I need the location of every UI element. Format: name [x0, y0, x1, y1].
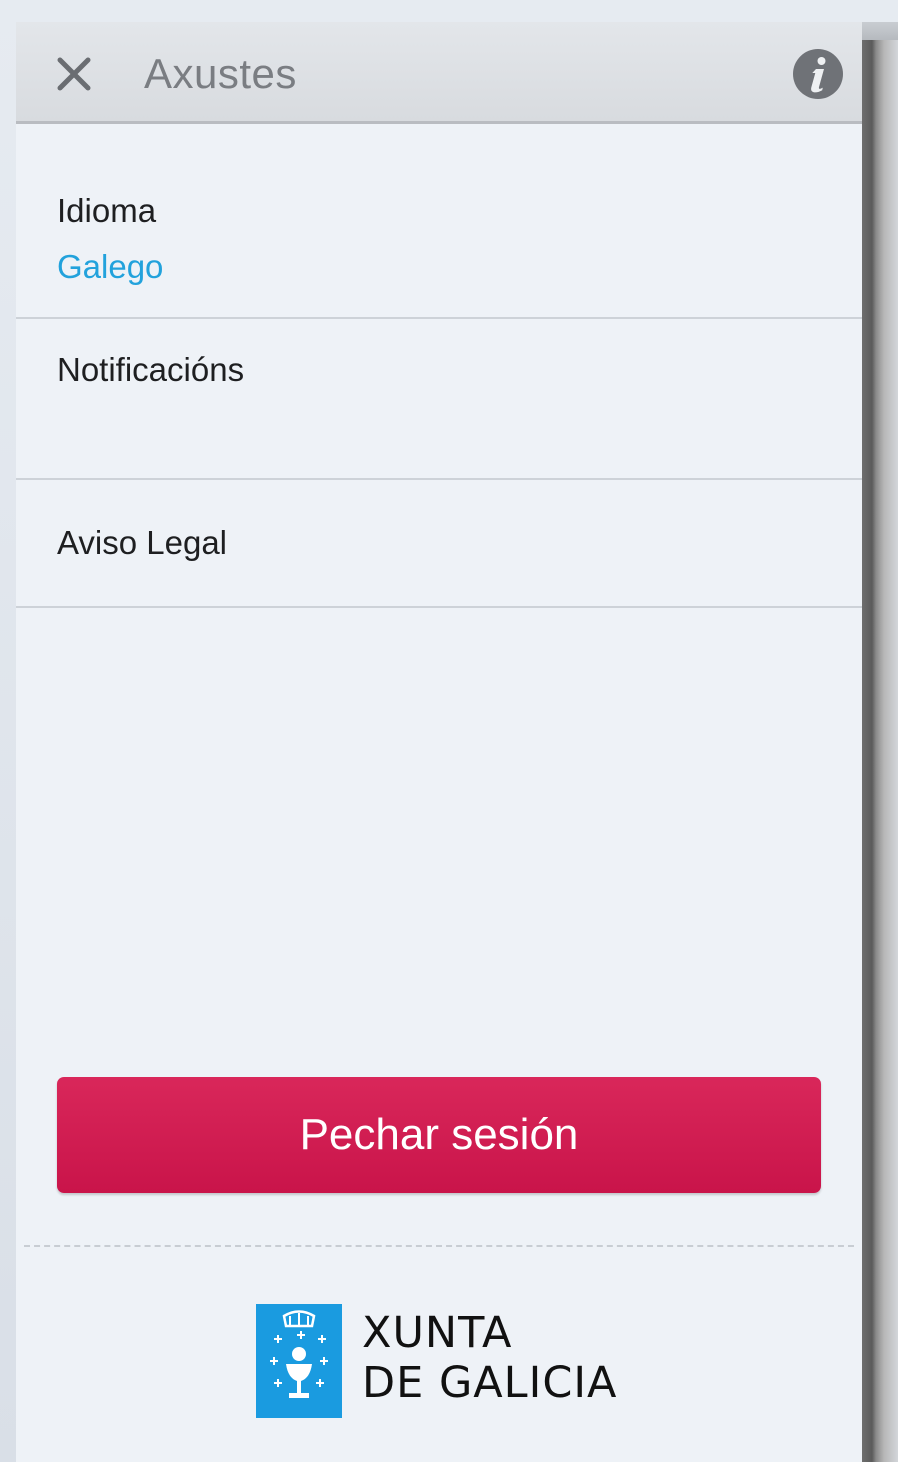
legal-notice-row[interactable]: Aviso Legal	[16, 480, 862, 608]
panel-shadow-edge	[862, 40, 898, 1462]
legal-notice-label: Aviso Legal	[57, 524, 228, 561]
info-button[interactable]	[792, 48, 844, 100]
close-button[interactable]	[52, 52, 96, 96]
page-title: Axustes	[144, 50, 297, 97]
header-bar: Axustes	[16, 22, 862, 124]
notifications-label: Notificacións	[57, 351, 245, 388]
xunta-de-galicia-logo: XUNTA DE GALICIA	[256, 1304, 636, 1418]
close-icon	[57, 57, 91, 91]
info-icon	[793, 49, 843, 99]
language-label: Idioma	[57, 192, 157, 229]
settings-panel: Axustes Idioma Galego Notificacións Avis…	[16, 22, 862, 1462]
logout-button[interactable]: Pechar sesión	[57, 1077, 821, 1193]
notifications-setting-row[interactable]: Notificacións	[16, 319, 862, 480]
logo-text-de-galicia: DE GALICIA	[362, 1358, 618, 1408]
galicia-emblem-icon	[256, 1304, 342, 1418]
logout-label: Pechar sesión	[299, 1110, 579, 1159]
logo-text-xunta: XUNTA	[362, 1308, 513, 1358]
language-value: Galego	[57, 248, 164, 285]
language-setting-row[interactable]: Idioma Galego	[16, 124, 862, 319]
footer-divider	[24, 1245, 854, 1247]
